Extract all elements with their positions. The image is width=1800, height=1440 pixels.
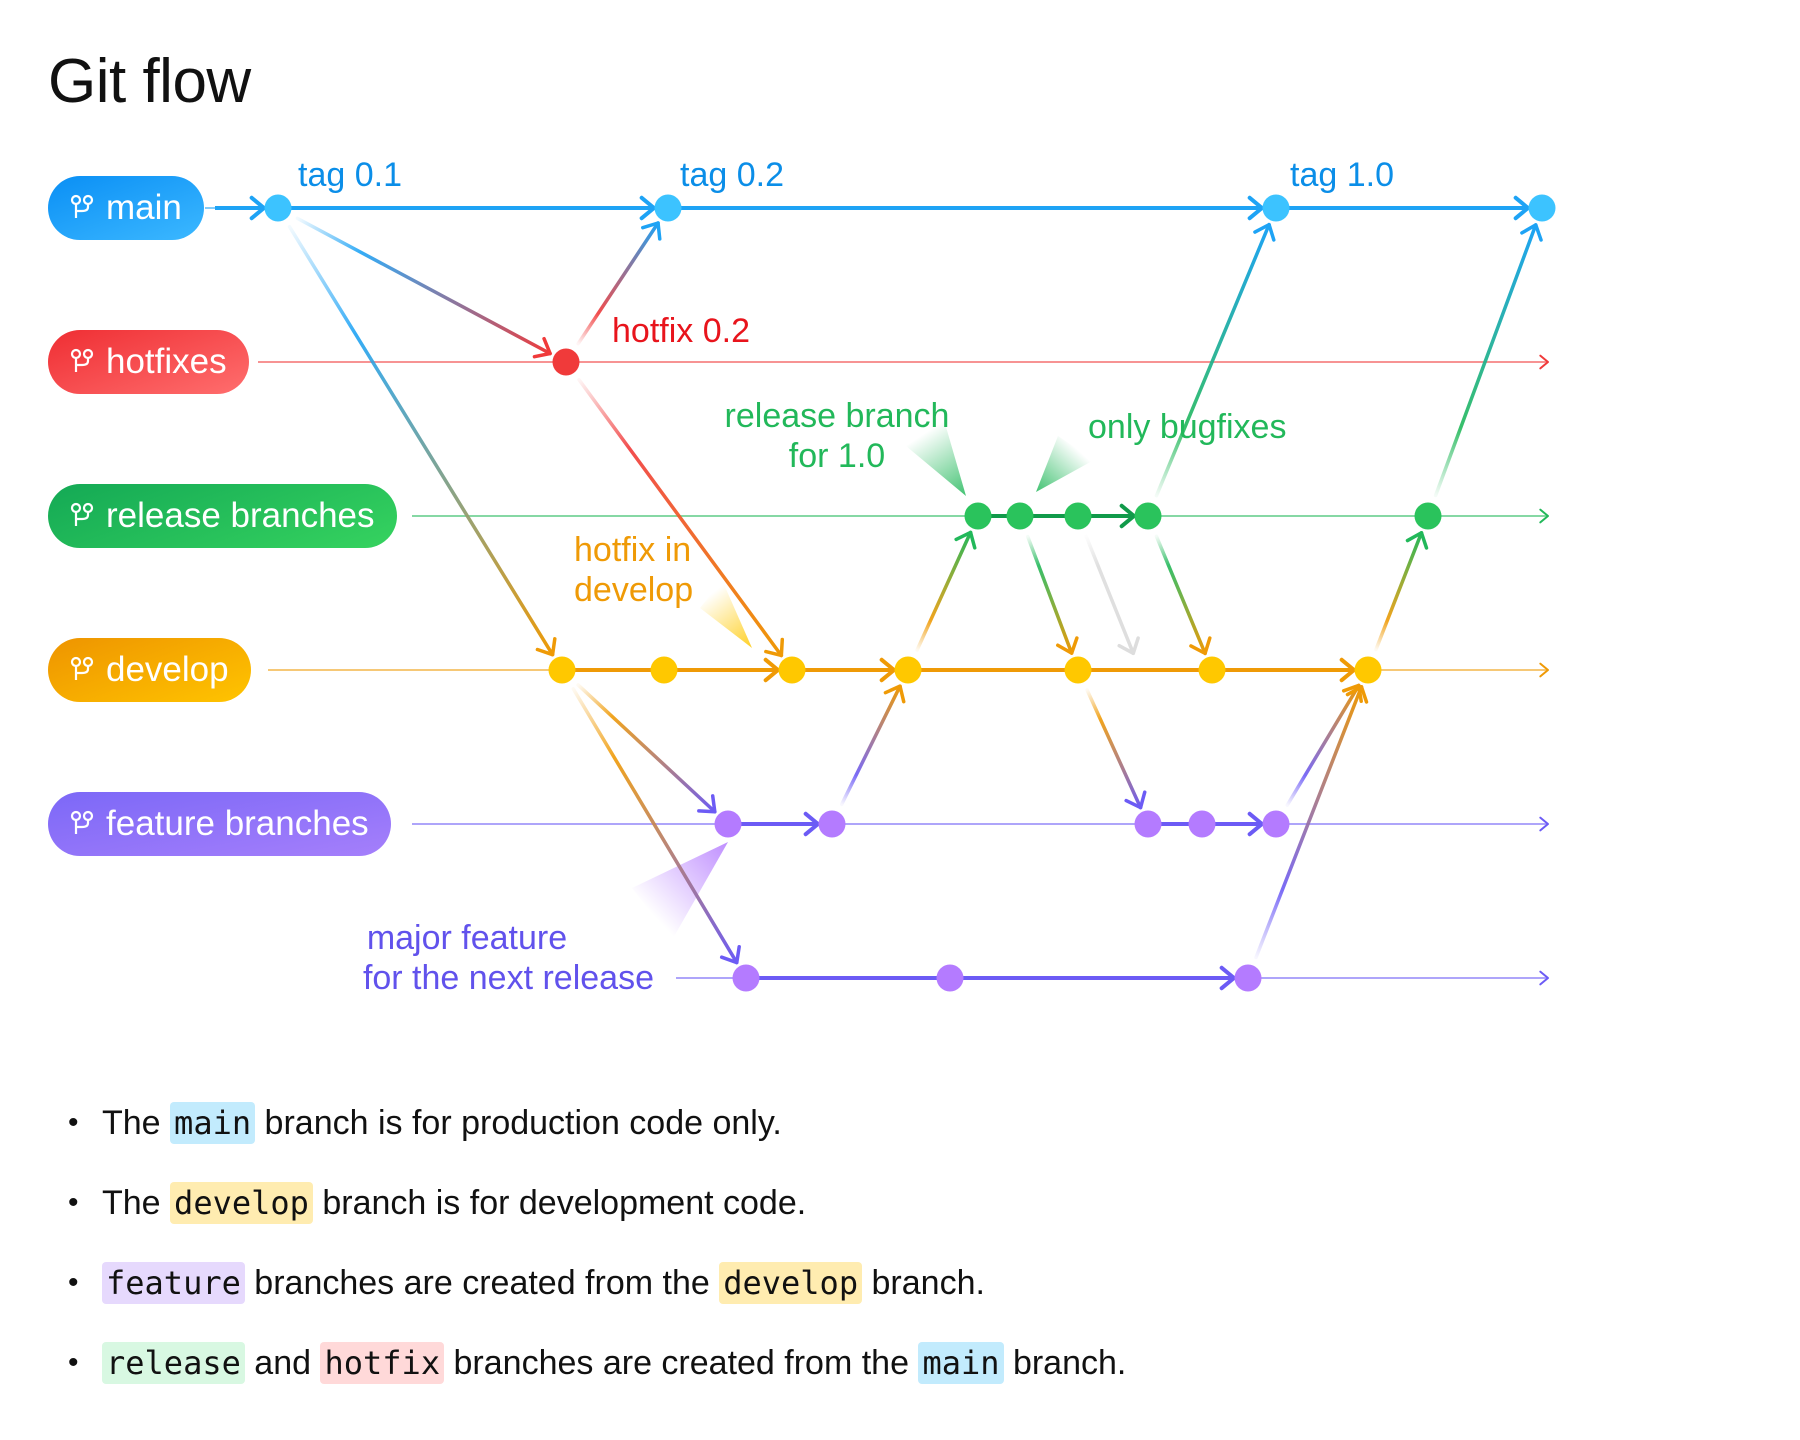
link-feature-to-develop [839,684,902,807]
hotfix-in-develop-line1: hotfix in [574,531,692,569]
git-branch-icon [70,502,94,526]
tag-label-1-0: tag 1.0 [1290,156,1394,194]
link-release-to-develop-ghost [1084,534,1136,656]
link-main-to-hotfix [295,216,552,356]
bullet-text: branches are created from the [244,1264,720,1302]
branch-pill-main: main [48,176,204,240]
bullet-item: The main branch is for production code o… [64,1100,1126,1180]
branch-pill-release: release branches [48,484,397,548]
commit-dot-release [1006,502,1034,530]
hotfix-in-develop-line2: develop [574,571,694,609]
link-develop-to-feature [576,683,717,814]
branch-pill-develop: develop [48,638,251,702]
bullet-item: The develop branch is for development co… [64,1180,1126,1260]
commit-dot-major-feature [936,964,964,992]
branch-label: develop [106,650,229,689]
commit-dot-feature [818,810,846,838]
branch-pill-hotfixes: hotfixes [48,330,249,394]
link-release-to-develop-1 [1026,534,1074,655]
inline-code-hotfix: hotfix [320,1342,445,1384]
git-branch-icon [70,810,94,834]
commit-dot-main [264,194,292,222]
commit-dot-develop [548,656,576,684]
inline-code-feature: feature [102,1262,245,1304]
inline-code-main: main [170,1102,256,1144]
major-feature-line1: major feature [366,919,568,957]
tag-label-0-2: tag 0.2 [680,156,784,194]
bullet-text: branch is for production code only. [255,1104,782,1142]
commit-dot-feature [1262,810,1290,838]
inline-code-release: release [102,1342,245,1384]
link-develop-to-release-2 [1374,531,1424,652]
commit-dot-main [654,194,682,222]
commit-dot-main [1528,194,1556,222]
branch-label: main [106,188,182,227]
branch-label: hotfixes [106,342,227,381]
commit-dot-develop [778,656,806,684]
commit-dot-develop [1198,656,1226,684]
commit-dot-develop [1354,656,1382,684]
link-release-to-main-2 [1433,223,1538,498]
link-main-to-develop [287,224,555,657]
tag-label-0-1: tag 0.1 [298,156,402,194]
commit-dot-develop [650,656,678,684]
link-release-to-main [1154,222,1271,498]
commit-dot-release [1064,502,1092,530]
major-feature-annotation: major feature for the next release [330,918,654,998]
inline-code-develop: develop [719,1262,863,1304]
commit-dot-develop [1064,656,1092,684]
commit-dot-release [1134,502,1162,530]
commit-dot-feature [1188,810,1216,838]
commit-dot-major-feature [732,964,760,992]
bullet-item: feature branches are created from the de… [64,1260,1126,1340]
only-bugfixes-label: only bugfixes [1088,408,1287,446]
commit-dot-hotfix [552,348,580,376]
commit-dot-feature [714,810,742,838]
link-develop-to-feature-2 [1085,688,1143,810]
commit-dot-release [1414,502,1442,530]
commit-dot-major-feature [1234,964,1262,992]
bullet-item: release and hotfix branches are created … [64,1340,1126,1420]
callout-hotfix-in-develop [700,580,752,648]
commit-dot-feature [1134,810,1162,838]
branch-label: feature branches [106,804,369,843]
git-branch-icon [70,656,94,680]
bullet-text: The [102,1184,171,1222]
bullet-text: branch is for development code. [312,1184,807,1222]
bullet-text: The [102,1104,171,1142]
hotfix-in-develop-annotation: hotfix in develop [574,530,693,610]
branch-pill-feature: feature branches [48,792,391,856]
release-annotation-line2: for 1.0 [788,437,886,475]
link-release-to-develop-2 [1154,534,1207,656]
bullet-text: and [244,1344,321,1382]
link-develop-to-release [915,530,973,652]
bullet-text: branches are created from the [444,1344,919,1382]
git-branch-icon [70,348,94,372]
release-annotation-line1: release branch [724,397,950,435]
hotfix-label: hotfix 0.2 [612,312,750,350]
git-branch-icon [70,194,94,218]
bullet-list: The main branch is for production code o… [64,1100,1126,1420]
inline-code-develop: develop [170,1182,313,1224]
commit-dot-main [1262,194,1290,222]
commit-dot-release [964,502,992,530]
major-feature-line2: for the next release [362,959,654,997]
branch-label: release branches [106,496,375,535]
inline-code-main: main [918,1342,1004,1384]
callout-only-bugfixes [1036,436,1094,492]
commit-dot-develop [894,656,922,684]
release-annotation: release branch for 1.0 [710,396,964,476]
bullet-text: branch. [1003,1344,1127,1382]
bullet-text: branch. [862,1264,985,1302]
